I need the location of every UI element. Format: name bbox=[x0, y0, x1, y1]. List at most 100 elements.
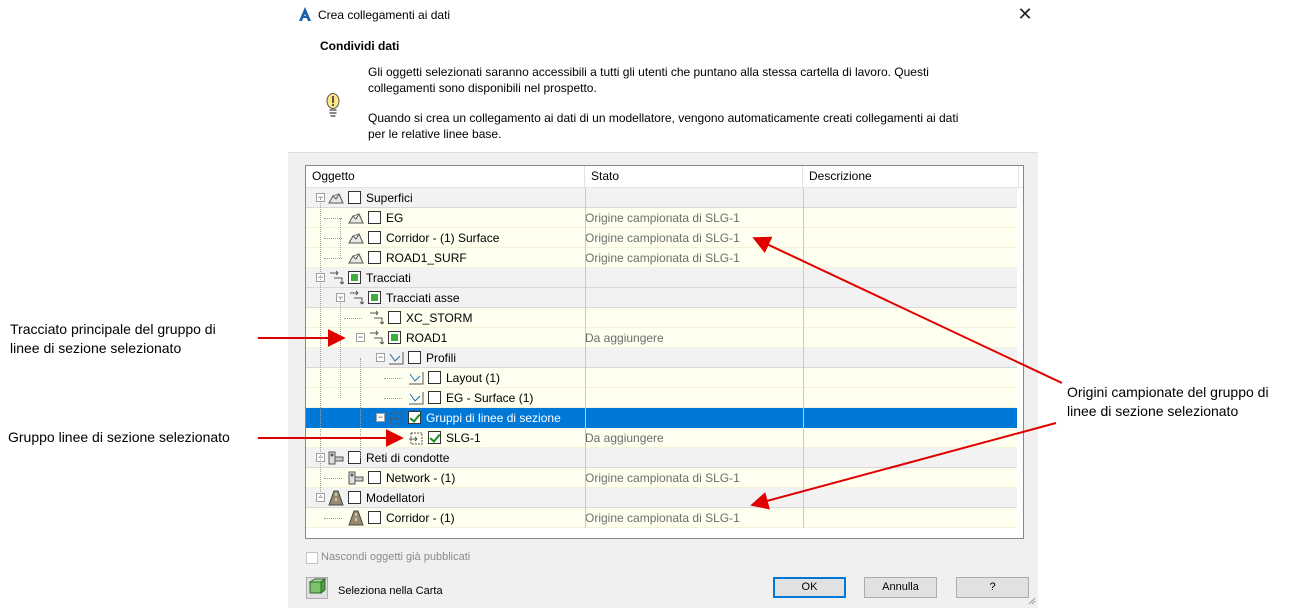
tree-row-corridor-1-surface[interactable]: Corridor - (1) Surface Origine campionata… bbox=[306, 228, 1023, 248]
tree-row-tracciati[interactable]: − Tracciati bbox=[306, 268, 1023, 288]
civil3d-app-icon bbox=[299, 7, 311, 21]
row-checkbox[interactable] bbox=[348, 191, 361, 204]
row-label: EG bbox=[386, 211, 404, 225]
close-button[interactable]: ✕ bbox=[1014, 3, 1036, 25]
help-button[interactable]: ? bbox=[956, 577, 1029, 598]
tree-connector bbox=[324, 518, 342, 519]
tree-connector bbox=[324, 258, 342, 259]
row-checkbox[interactable] bbox=[368, 251, 381, 264]
row-checkbox[interactable] bbox=[368, 231, 381, 244]
ok-button[interactable]: OK bbox=[773, 577, 846, 598]
tree-connector bbox=[324, 478, 342, 479]
expand-collapse-icon[interactable]: − bbox=[376, 413, 385, 422]
row-label: Superfici bbox=[366, 191, 413, 205]
row-status: Origine campionata di SLG-1 bbox=[585, 251, 740, 265]
row-status: Origine campionata di SLG-1 bbox=[585, 211, 740, 225]
select-in-map-icon bbox=[308, 578, 327, 594]
tree-row-corridor-1[interactable]: Corridor - (1) Origine campionata di SLG-… bbox=[306, 508, 1023, 528]
dialog-body: Oggetto Stato Descrizione − Superfici EG Or… bbox=[288, 152, 1038, 608]
corridor-icon bbox=[328, 490, 344, 506]
row-checkbox[interactable] bbox=[388, 331, 401, 344]
tree-row-road1[interactable]: − ROAD1 Da aggiungere bbox=[306, 328, 1023, 348]
surface-icon bbox=[348, 212, 364, 224]
row-label: ROAD1 bbox=[406, 331, 448, 345]
annotation-selected-group: Gruppo linee di sezione selezionato bbox=[8, 429, 230, 445]
row-checkbox[interactable] bbox=[368, 291, 381, 304]
annotation-sampled-sources: Origini campionate del gruppo di linee d… bbox=[1067, 384, 1269, 419]
column-header-descrizione[interactable]: Descrizione bbox=[803, 166, 1019, 187]
tree-row-eg[interactable]: EG Origine campionata di SLG-1 bbox=[306, 208, 1023, 228]
alignment-icon bbox=[350, 290, 364, 305]
row-checkbox[interactable] bbox=[348, 271, 361, 284]
cancel-button[interactable]: Annulla bbox=[864, 577, 937, 598]
row-checkbox[interactable] bbox=[408, 351, 421, 364]
hide-published-label: Nascondi oggetti già pubblicati bbox=[321, 551, 471, 563]
sample-line-icon bbox=[389, 412, 403, 425]
column-separator bbox=[585, 188, 586, 528]
tree-row-superfici[interactable]: − Superfici bbox=[306, 188, 1023, 208]
surface-icon bbox=[348, 252, 364, 264]
row-checkbox[interactable] bbox=[428, 431, 441, 444]
profile-icon bbox=[389, 352, 404, 365]
tree-row-slg-1[interactable]: SLG-1 Da aggiungere bbox=[306, 428, 1023, 448]
data-objects-tree[interactable]: Oggetto Stato Descrizione − Superfici EG Or… bbox=[305, 165, 1024, 539]
row-label: XC_STORM bbox=[406, 311, 473, 325]
tree-connector bbox=[384, 398, 402, 399]
column-header-oggetto[interactable]: Oggetto bbox=[306, 166, 585, 187]
hide-published-checkbox[interactable] bbox=[306, 552, 318, 564]
select-in-map-button[interactable] bbox=[306, 577, 328, 599]
row-checkbox[interactable] bbox=[348, 491, 361, 504]
tree-connector bbox=[384, 438, 402, 439]
tree-row-road1-surf[interactable]: ROAD1_SURF Origine campionata di SLG-1 bbox=[306, 248, 1023, 268]
column-separator bbox=[803, 188, 804, 528]
sample-line-icon bbox=[409, 432, 423, 445]
header-panel: Condividi dati Gli oggetti selezionati s… bbox=[288, 30, 1038, 152]
tree-header: Oggetto Stato Descrizione bbox=[306, 166, 1023, 188]
row-label: Network - (1) bbox=[386, 471, 456, 485]
tree-guide-line bbox=[360, 358, 361, 458]
tree-row-tracciati-asse[interactable]: − Tracciati asse bbox=[306, 288, 1023, 308]
expand-collapse-icon[interactable]: − bbox=[356, 333, 365, 342]
row-status: Origine campionata di SLG-1 bbox=[585, 471, 740, 485]
tree-row-profili[interactable]: − Profili bbox=[306, 348, 1023, 368]
row-label: Corridor - (1) Surface bbox=[386, 231, 500, 245]
surface-icon bbox=[328, 192, 344, 204]
tree-row-reti-di-condotte[interactable]: − Reti di condotte bbox=[306, 448, 1023, 468]
tree-row-gruppi-di-linee-di-sezione[interactable]: − Gruppi di linee di sezione bbox=[306, 408, 1023, 428]
info-paragraph-1: Gli oggetti selezionati saranno accessib… bbox=[368, 65, 929, 95]
column-header-stato[interactable]: Stato bbox=[585, 166, 803, 187]
tree-row-layout-1[interactable]: Layout (1) bbox=[306, 368, 1023, 388]
row-label: Corridor - (1) bbox=[386, 511, 455, 525]
row-label: Layout (1) bbox=[446, 371, 501, 385]
resize-grip-icon[interactable] bbox=[1026, 595, 1036, 605]
alignment-icon bbox=[330, 270, 344, 285]
row-label: Tracciati asse bbox=[386, 291, 460, 305]
corridor-icon bbox=[348, 510, 364, 526]
row-checkbox[interactable] bbox=[368, 211, 381, 224]
tree-row-modellatori[interactable]: − Modellatori bbox=[306, 488, 1023, 508]
tree-connector bbox=[384, 378, 402, 379]
info-paragraph-2: Quando si crea un collegamento ai dati d… bbox=[368, 111, 959, 141]
tree-row-network-1[interactable]: Network - (1) Origine campionata di SLG-1 bbox=[306, 468, 1023, 488]
row-checkbox[interactable] bbox=[428, 391, 441, 404]
tree-row-eg-surface-1[interactable]: EG - Surface (1) bbox=[306, 388, 1023, 408]
row-checkbox[interactable] bbox=[368, 511, 381, 524]
row-label: Profili bbox=[426, 351, 457, 365]
row-checkbox[interactable] bbox=[368, 471, 381, 484]
row-status: Origine campionata di SLG-1 bbox=[585, 511, 740, 525]
row-checkbox[interactable] bbox=[388, 311, 401, 324]
row-label: SLG-1 bbox=[446, 431, 481, 445]
title-bar: Crea collegamenti ai dati ✕ bbox=[288, 0, 1038, 30]
row-label: Modellatori bbox=[366, 491, 425, 505]
tree-row-xc-storm[interactable]: XC_STORM bbox=[306, 308, 1023, 328]
row-label: Reti di condotte bbox=[366, 451, 450, 465]
row-checkbox[interactable] bbox=[408, 411, 421, 424]
pipe-network-icon bbox=[348, 471, 364, 485]
tree-scroll-gutter bbox=[1017, 188, 1023, 538]
row-checkbox[interactable] bbox=[428, 371, 441, 384]
expand-collapse-icon[interactable]: − bbox=[376, 353, 385, 362]
row-status: Da aggiungere bbox=[585, 331, 664, 345]
window-title: Crea collegamenti ai dati bbox=[318, 8, 451, 22]
row-label: Tracciati bbox=[366, 271, 411, 285]
alignment-icon bbox=[370, 310, 384, 325]
